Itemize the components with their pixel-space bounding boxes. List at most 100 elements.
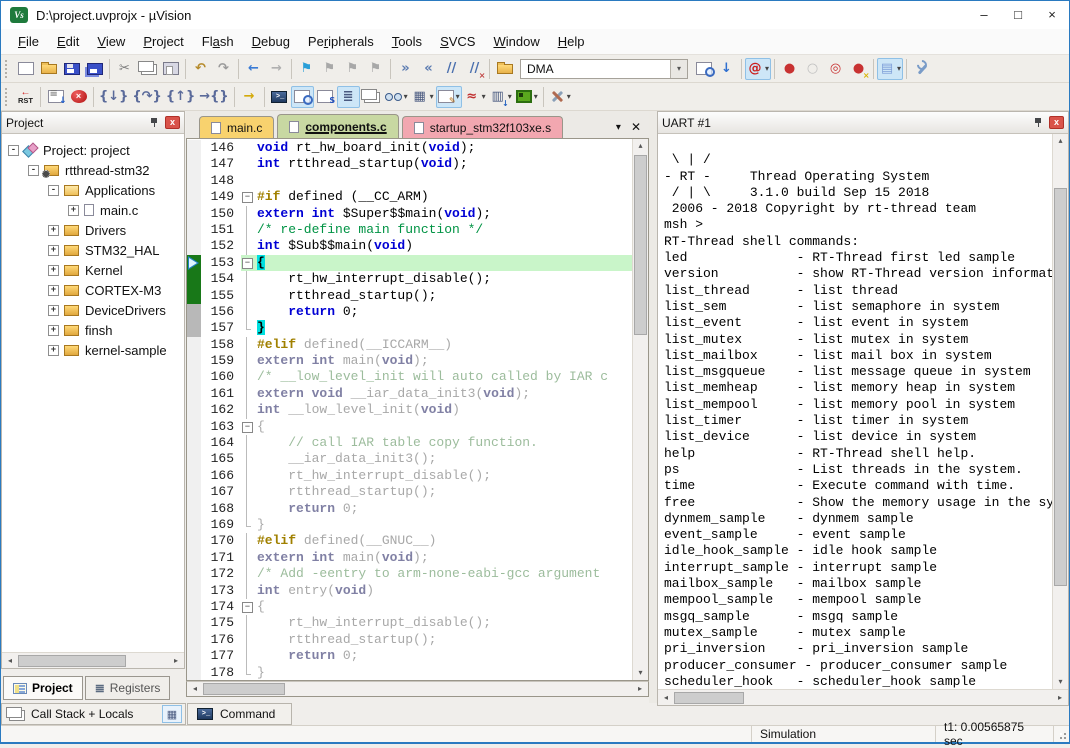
code-line-166[interactable]: 166 rt_hw_interrupt_disable(); [187,468,632,484]
editor-vscrollbar[interactable]: ▴ ▾ [632,139,648,680]
collapse-icon[interactable]: - [28,165,39,176]
code-line-153[interactable]: 153{ [187,255,632,271]
step-button[interactable]: {↓} [97,86,130,108]
tree-item-devicedrivers[interactable]: +DeviceDrivers [2,300,184,320]
code-line-169[interactable]: 169} [187,517,632,533]
menu-window[interactable]: Window [484,30,548,53]
scroll-down-icon[interactable]: ▾ [633,666,648,680]
uncomment-button[interactable]: //× [463,58,486,80]
paste-button[interactable] [159,58,182,80]
window-layout-button[interactable]: ▤▾ [877,58,903,80]
code-line-164[interactable]: 164 // call IAR table copy function. [187,435,632,451]
menu-view[interactable]: View [88,30,134,53]
cut-button[interactable]: ✂ [113,58,136,80]
code-line-172[interactable]: 172/* Add -eentry to arm-none-eabi-gcc a… [187,566,632,582]
tree-item-main-c[interactable]: +main.c [2,200,184,220]
expand-icon[interactable]: + [48,345,59,356]
editor-surface[interactable]: 146void rt_hw_board_init(void);147int rt… [186,139,649,681]
expand-icon[interactable]: + [68,205,79,216]
lookup-button[interactable] [692,58,715,80]
bookmark-toggle-button[interactable]: ⚑ [295,58,318,80]
code-line-168[interactable]: 168 return 0; [187,501,632,517]
dropdown-caret-icon[interactable]: ▾ [567,92,571,101]
menu-flash[interactable]: Flash [193,30,243,53]
code-line-160[interactable]: 160/* __low_level_init will auto called … [187,369,632,385]
code-line-146[interactable]: 146void rt_hw_board_init(void); [187,140,632,156]
step-over-button[interactable]: {↷} [130,86,163,108]
disassembly-window-button[interactable] [291,86,314,108]
copy-button[interactable] [136,58,159,80]
tree-item-kernel[interactable]: +Kernel [2,260,184,280]
tree-item-drivers[interactable]: +Drivers [2,220,184,240]
command-tab[interactable]: Command [187,703,292,725]
minimize-button[interactable]: – [967,1,1001,29]
code-line-173[interactable]: 173int entry(void) [187,583,632,599]
bookmark-clear-button[interactable]: ⚑ [364,58,387,80]
symbol-window-button[interactable]: S [314,86,337,108]
scroll-thumb[interactable] [1054,188,1067,586]
scroll-right-icon[interactable]: ▸ [1052,690,1068,706]
dropdown-caret-icon[interactable]: ▾ [482,92,486,101]
code-line-165[interactable]: 165 __iar_data_init3(); [187,451,632,467]
bookmark-next-button[interactable]: ⚑ [318,58,341,80]
dropdown-caret-icon[interactable]: ▾ [404,92,408,101]
kill-all-breakpoints-button[interactable]: ●× [847,58,870,80]
code-line-154[interactable]: 154 rt_hw_interrupt_disable(); [187,271,632,287]
scroll-up-icon[interactable]: ▴ [633,139,648,153]
navigate-forward-button[interactable]: → [265,58,288,80]
code-line-161[interactable]: 161extern void __iar_data_init3(void); [187,386,632,402]
scroll-thumb[interactable] [634,155,647,335]
scroll-thumb[interactable] [18,655,126,667]
run-button[interactable] [44,86,67,108]
close-file-icon[interactable]: ✕ [631,120,641,134]
panel-splitter[interactable] [649,111,657,703]
watch-window-button[interactable]: ▾ [383,86,410,108]
code-line-177[interactable]: 177 return 0; [187,648,632,664]
pin-icon[interactable] [1033,117,1044,128]
scroll-right-icon[interactable]: ▸ [632,681,648,697]
save-button[interactable] [60,58,83,80]
disable-all-breakpoints-button[interactable]: ◎ [824,58,847,80]
memory-grid-icon[interactable]: ▦ [162,705,182,723]
scroll-left-icon[interactable]: ◂ [187,681,203,697]
code-line-156[interactable]: 156 return 0; [187,304,632,320]
run-to-cursor-button[interactable]: →{} [197,86,230,108]
tree-item-kernel-sample[interactable]: +kernel-sample [2,340,184,360]
editor-tab-startup-stm32f103xe-s[interactable]: startup_stm32f103xe.s [402,116,563,138]
expand-icon[interactable]: + [48,245,59,256]
tree-item-project-project[interactable]: -Project: project [2,140,184,160]
stop-button[interactable] [67,86,90,108]
show-next-statement-button[interactable]: → [238,86,261,108]
expand-icon[interactable]: + [48,305,59,316]
dropdown-caret-icon[interactable]: ▾ [897,64,901,73]
find-next-button[interactable]: ↓ [715,58,738,80]
uart-hscrollbar[interactable]: ◂ ▸ [658,689,1068,705]
editor-tab-main-c[interactable]: main.c [199,116,274,138]
scroll-up-icon[interactable]: ▴ [1053,134,1068,148]
enable-breakpoint-button[interactable]: ○ [801,58,824,80]
code-line-167[interactable]: 167 rtthread_startup(); [187,484,632,500]
memory-window-button[interactable]: ▦▾ [410,86,436,108]
unindent-button[interactable]: « [417,58,440,80]
scroll-thumb[interactable] [203,683,285,695]
tree-item-finsh[interactable]: +finsh [2,320,184,340]
search-combobox-dropdown-icon[interactable]: ▾ [670,60,687,78]
tree-item-cortex-m3[interactable]: +CORTEX-M3 [2,280,184,300]
menu-peripherals[interactable]: Peripherals [299,30,383,53]
comment-button[interactable]: // [440,58,463,80]
close-panel-icon[interactable]: x [165,116,180,129]
code-line-158[interactable]: 158#elif defined(__ICCARM__) [187,337,632,353]
dropdown-caret-icon[interactable]: ▾ [430,92,434,101]
collapse-icon[interactable]: - [48,185,59,196]
tree-item-stm32-hal[interactable]: +STM32_HAL [2,240,184,260]
navigate-back-button[interactable]: ← [242,58,265,80]
editor-tab-components-c[interactable]: components.c [277,114,398,138]
scroll-left-icon[interactable]: ◂ [2,653,18,669]
code-line-157[interactable]: 157} [187,320,632,336]
tab-list-dropdown-icon[interactable]: ▾ [616,122,621,133]
code-line-147[interactable]: 147int rtthread_startup(void); [187,156,632,172]
expand-icon[interactable]: + [48,325,59,336]
expand-icon[interactable]: + [48,285,59,296]
analysis-window-button[interactable]: ≈▾ [462,86,488,108]
system-viewer-button[interactable]: ▾ [514,86,540,108]
